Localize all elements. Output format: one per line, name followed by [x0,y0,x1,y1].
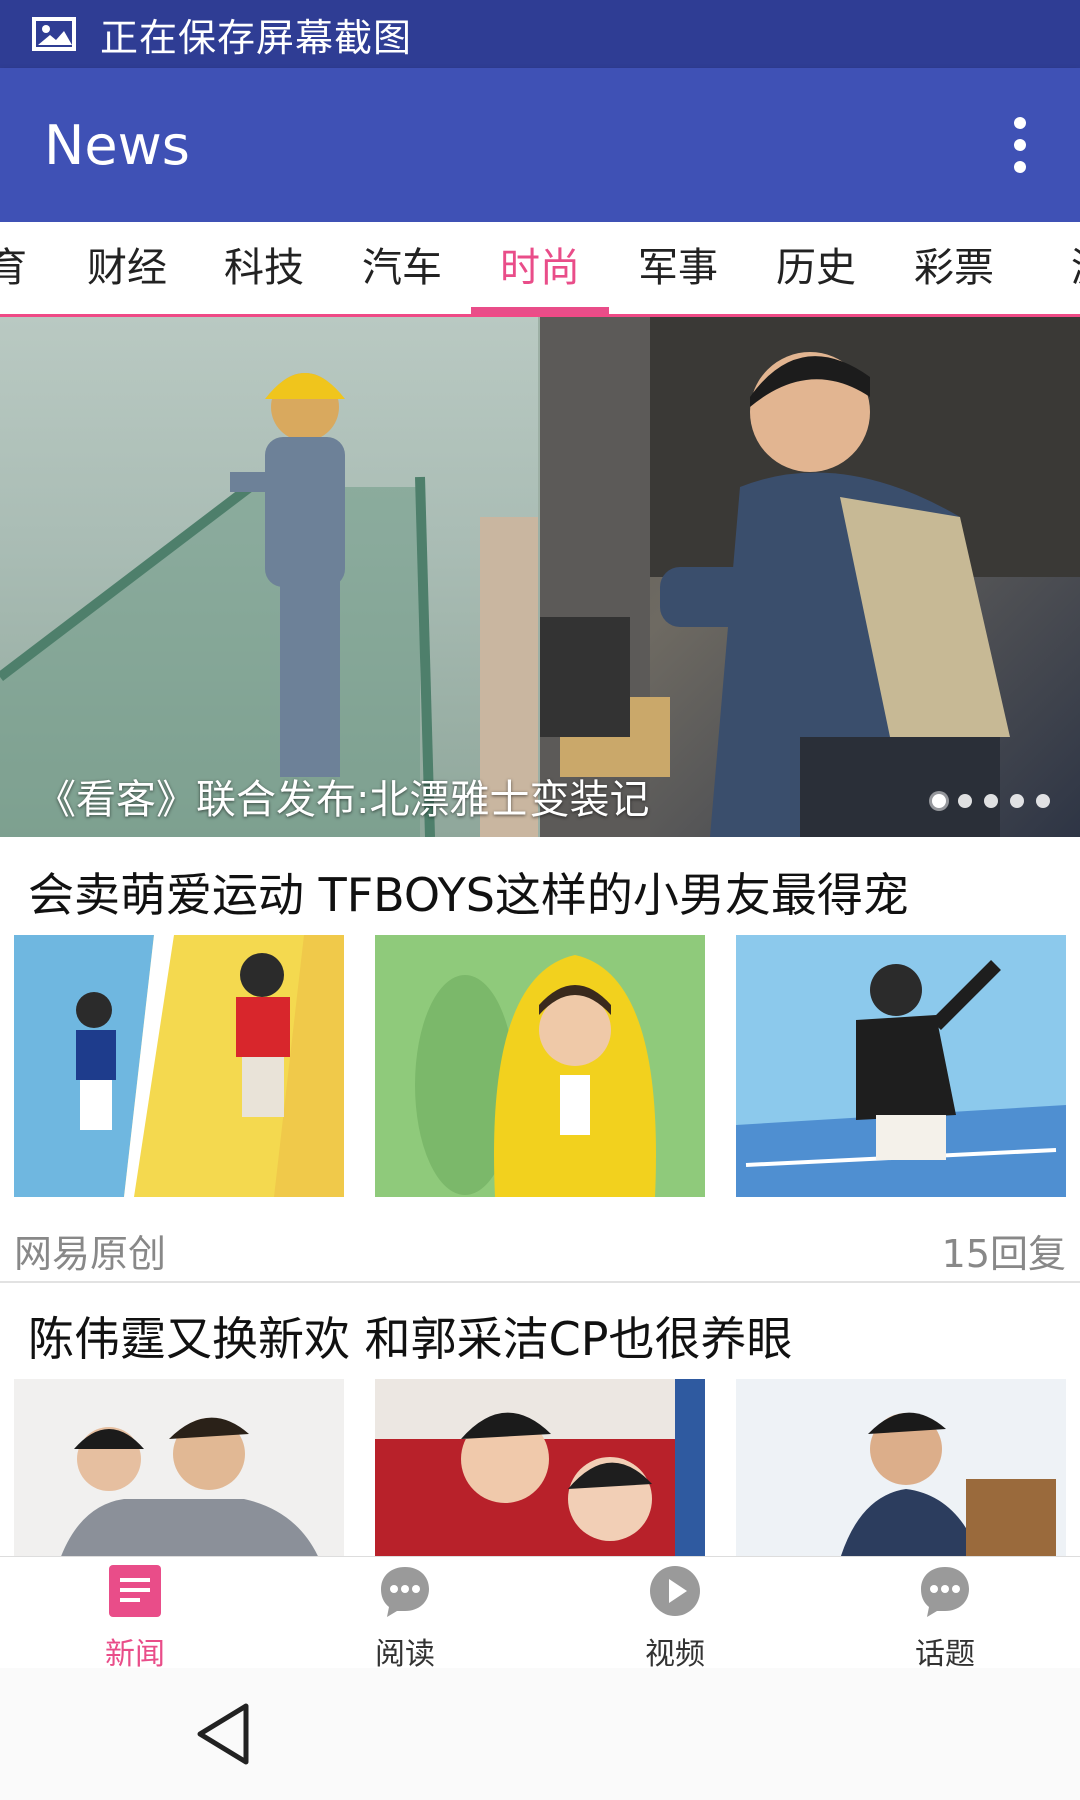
article-thumbnail [375,1379,705,1556]
article-thumbnails [14,1379,1066,1556]
image-icon [32,17,76,51]
more-vert-icon[interactable] [990,105,1050,185]
tab-fashion[interactable]: 时尚 [471,222,609,314]
carousel-dot [1036,794,1050,808]
nav-label-news: 新闻 [105,1637,165,1672]
carousel-indicator [932,794,1050,808]
banner-caption: 《看客》联合发布:北漂雅士变装记 [36,777,650,823]
banner-carousel[interactable]: 《看客》联合发布:北漂雅士变装记 [0,317,1080,837]
app-title: News [44,113,190,177]
carousel-dot [1010,794,1024,808]
tab-history[interactable]: 历史 [747,222,885,314]
article-thumbnail [736,935,1066,1197]
bottom-navigation: 新闻 阅读 视频 话题 [0,1556,1080,1672]
back-icon[interactable] [196,1702,252,1766]
article-source: 网易原创 [14,1232,167,1276]
article-thumbnail [14,1379,344,1556]
nav-video[interactable]: 视频 [540,1557,810,1672]
status-bar: 正在保存屏幕截图 [0,0,1080,68]
nav-label-reading: 阅读 [375,1637,435,1672]
nav-topics[interactable]: 话题 [810,1557,1080,1672]
play-icon [650,1566,700,1616]
nav-label-video: 视频 [645,1637,705,1672]
nav-news[interactable]: 新闻 [0,1557,270,1672]
reply-count[interactable]: 15回复 [942,1223,1066,1278]
nav-label-topics: 话题 [915,1637,975,1672]
article-headline[interactable]: 会卖萌爱运动 TFBOYS这样的小男友最得宠 [28,859,909,925]
banner-image-right [540,317,1080,837]
article-card[interactable]: 陈伟霆又换新欢 和郭采洁CP也很养眼 [0,1283,1080,1556]
article-card[interactable]: 会卖萌爱运动 TFBOYS这样的小男友最得宠 网易原创 15回复 [0,837,1080,1281]
nav-reading[interactable]: 阅读 [270,1557,540,1672]
system-nav-bar [0,1668,1080,1800]
carousel-dot [958,794,972,808]
tab-lottery[interactable]: 彩票 [885,222,1023,314]
chat-bubble-icon [921,1567,969,1617]
article-thumbnail [375,935,705,1197]
carousel-dot [932,794,946,808]
chat-bubble-icon [381,1567,429,1617]
news-icon [109,1565,161,1617]
app-bar: News [0,68,1080,222]
tab-auto[interactable]: 汽车 [333,222,471,314]
category-tabs: 育 财经 科技 汽车 时尚 军事 历史 彩票 游 [0,222,1080,317]
article-thumbnail [14,935,344,1197]
article-thumbnails [14,935,1066,1197]
tab-finance[interactable]: 财经 [58,222,196,314]
banner-image-left [0,317,538,837]
status-text: 正在保存屏幕截图 [100,15,413,60]
tab-games[interactable]: 游 [1022,222,1080,314]
carousel-dot [984,794,998,808]
tab-tech[interactable]: 科技 [195,222,333,314]
article-thumbnail [736,1379,1066,1556]
article-headline[interactable]: 陈伟霆又换新欢 和郭采洁CP也很养眼 [28,1303,792,1369]
tab-military[interactable]: 军事 [609,222,747,314]
